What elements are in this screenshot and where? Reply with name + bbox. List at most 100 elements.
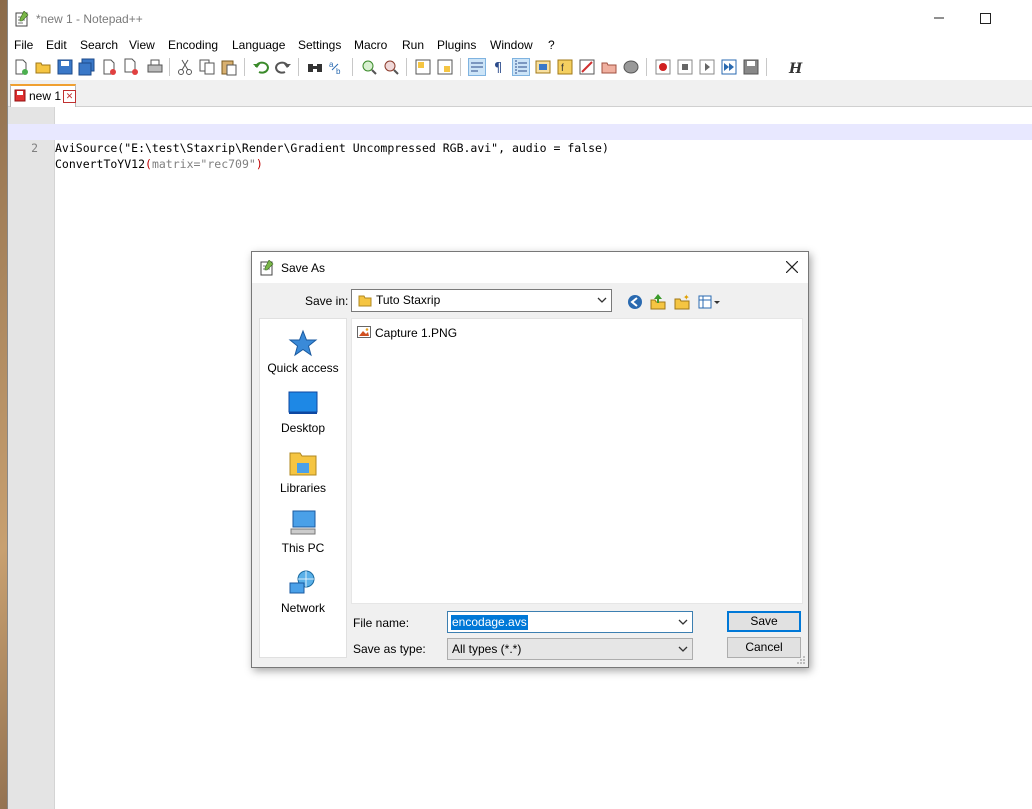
place-desktop[interactable]: Desktop bbox=[260, 389, 346, 445]
chevron-down-icon[interactable] bbox=[678, 618, 688, 626]
menu-encoding[interactable]: Encoding bbox=[168, 38, 218, 52]
cut-icon[interactable] bbox=[176, 58, 194, 76]
undo-icon[interactable] bbox=[252, 58, 270, 76]
chevron-down-icon bbox=[678, 646, 688, 652]
svg-text:b: b bbox=[336, 67, 341, 76]
word-wrap-icon[interactable] bbox=[468, 58, 486, 76]
save-as-type-dropdown[interactable]: All types (*.*) bbox=[447, 638, 693, 660]
save-as-dialog: Save As Save in: Tuto Staxrip ✦ Quick ac… bbox=[251, 251, 809, 668]
menu-help[interactable]: ? bbox=[548, 38, 555, 52]
show-all-chars-icon[interactable]: ¶ bbox=[490, 58, 508, 76]
function-list-icon[interactable]: f bbox=[556, 58, 574, 76]
toolbar: ab ¶ f H bbox=[8, 54, 1032, 81]
code-text: ConvertToYV12(matrix="rec709") bbox=[55, 156, 263, 172]
folder-icon[interactable] bbox=[600, 58, 618, 76]
minimize-button[interactable] bbox=[916, 0, 962, 36]
toolbar-separator bbox=[352, 58, 353, 76]
place-label: Desktop bbox=[280, 421, 326, 435]
menu-edit[interactable]: Edit bbox=[46, 38, 67, 52]
line-number: 2 bbox=[31, 141, 38, 155]
code-paren-close: ) bbox=[255, 157, 263, 171]
print-icon[interactable] bbox=[146, 58, 164, 76]
svg-text:H: H bbox=[788, 61, 803, 76]
doc-map-icon[interactable] bbox=[534, 58, 552, 76]
up-one-level-icon[interactable] bbox=[649, 293, 667, 311]
save-in-label: Save in: bbox=[305, 294, 349, 308]
chevron-down-icon bbox=[597, 297, 607, 303]
back-icon[interactable] bbox=[626, 293, 644, 311]
place-quick-access[interactable]: Quick access bbox=[260, 329, 346, 385]
menu-search[interactable]: Search bbox=[80, 38, 118, 52]
sync-horizontal-icon[interactable] bbox=[436, 58, 454, 76]
close-icon[interactable] bbox=[100, 58, 118, 76]
tab-label: new 1 bbox=[29, 89, 62, 103]
save-in-dropdown[interactable]: Tuto Staxrip bbox=[351, 289, 612, 312]
svg-text:✦: ✦ bbox=[683, 293, 690, 302]
menu-settings[interactable]: Settings bbox=[298, 38, 341, 52]
desktop-icon bbox=[288, 391, 318, 414]
save-icon[interactable] bbox=[56, 58, 74, 76]
record-macro-icon[interactable] bbox=[654, 58, 672, 76]
place-network[interactable]: Network bbox=[260, 569, 346, 625]
place-libraries[interactable]: Libraries bbox=[260, 449, 346, 505]
file-name-label: File name: bbox=[353, 616, 410, 630]
sync-vertical-icon[interactable] bbox=[414, 58, 432, 76]
menu-window[interactable]: Window bbox=[490, 38, 533, 52]
zoom-out-icon[interactable] bbox=[382, 58, 400, 76]
code-text: AviSource("E:\test\Staxrip\Render\Gradie… bbox=[55, 141, 609, 155]
save-macro-icon[interactable] bbox=[742, 58, 760, 76]
monitoring-icon[interactable] bbox=[622, 58, 640, 76]
view-menu-icon[interactable] bbox=[697, 293, 723, 311]
svg-text:a: a bbox=[329, 60, 334, 69]
run-macro-multiple-icon[interactable] bbox=[720, 58, 738, 76]
zoom-in-icon[interactable] bbox=[360, 58, 378, 76]
file-name-input[interactable]: encodage.avs bbox=[447, 611, 693, 633]
new-file-icon[interactable] bbox=[12, 58, 30, 76]
places-bar: Quick access Desktop Libraries This PC N… bbox=[259, 318, 347, 658]
paste-icon[interactable] bbox=[220, 58, 238, 76]
toolbar-separator bbox=[244, 58, 245, 76]
folder-as-workspace-icon[interactable] bbox=[578, 58, 596, 76]
indent-guide-icon[interactable] bbox=[512, 58, 530, 76]
find-icon[interactable] bbox=[306, 58, 324, 76]
dialog-close-button[interactable] bbox=[782, 257, 802, 277]
stop-record-icon[interactable] bbox=[676, 58, 694, 76]
save-as-type-value: All types (*.*) bbox=[452, 642, 522, 656]
png-image-icon bbox=[357, 326, 371, 338]
tab-new-1[interactable]: new 1 ✕ bbox=[10, 84, 76, 107]
window-title: *new 1 - Notepad++ bbox=[36, 12, 143, 26]
menu-plugins[interactable]: Plugins bbox=[437, 38, 476, 52]
replace-icon[interactable]: ab bbox=[328, 58, 346, 76]
html-tag-icon[interactable]: H bbox=[786, 58, 804, 76]
maximize-button[interactable] bbox=[962, 0, 1008, 36]
notepadpp-app-icon bbox=[260, 260, 274, 276]
file-name: Capture 1.PNG bbox=[375, 326, 458, 340]
menu-language[interactable]: Language bbox=[232, 38, 285, 52]
close-all-icon[interactable] bbox=[122, 58, 140, 76]
copy-icon[interactable] bbox=[198, 58, 216, 76]
menu-run[interactable]: Run bbox=[402, 38, 424, 52]
this-pc-icon bbox=[290, 510, 316, 535]
menu-macro[interactable]: Macro bbox=[354, 38, 387, 52]
save-as-type-label: Save as type: bbox=[353, 642, 426, 656]
cancel-button[interactable]: Cancel bbox=[727, 637, 801, 658]
toolbar-separator bbox=[169, 58, 170, 76]
save-button[interactable]: Save bbox=[727, 611, 801, 632]
play-macro-icon[interactable] bbox=[698, 58, 716, 76]
save-all-icon[interactable] bbox=[78, 58, 96, 76]
resize-grip-icon[interactable] bbox=[796, 655, 806, 665]
dialog-title-bar: Save As bbox=[252, 252, 808, 283]
menu-file[interactable]: File bbox=[14, 38, 33, 52]
place-this-pc[interactable]: This PC bbox=[260, 509, 346, 565]
menu-view[interactable]: View bbox=[129, 38, 155, 52]
tab-close-icon[interactable]: ✕ bbox=[63, 90, 76, 103]
svg-text:f: f bbox=[561, 63, 564, 74]
file-list[interactable]: Capture 1.PNG bbox=[351, 318, 803, 604]
open-file-icon[interactable] bbox=[34, 58, 52, 76]
redo-icon[interactable] bbox=[274, 58, 292, 76]
new-folder-icon[interactable]: ✦ bbox=[673, 293, 691, 311]
tab-bar: new 1 ✕ bbox=[8, 80, 1032, 107]
dialog-title: Save As bbox=[281, 261, 326, 275]
code-line-current: 2 ConvertToYV12(matrix="rec709") bbox=[8, 124, 1032, 171]
toolbar-separator bbox=[460, 58, 461, 76]
